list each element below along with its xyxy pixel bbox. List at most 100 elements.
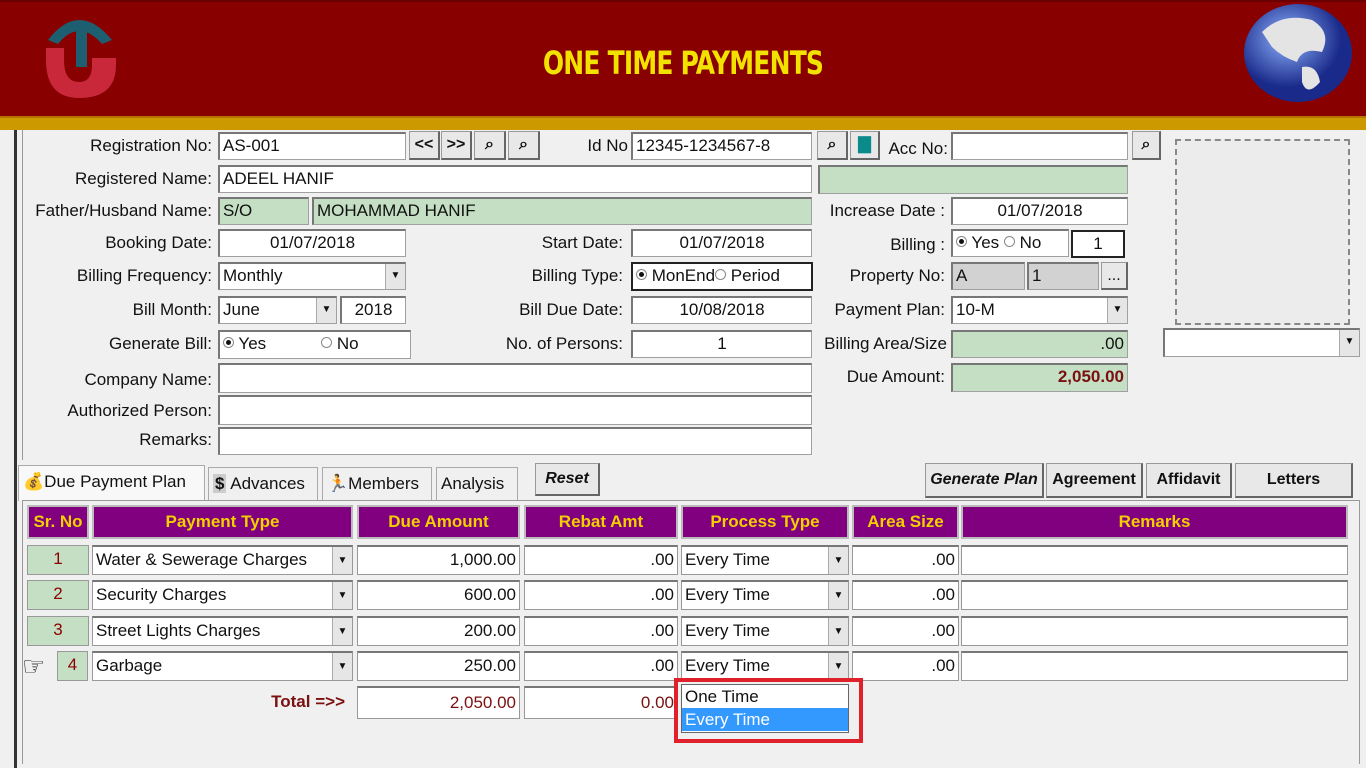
billing-area-field: .00 (951, 330, 1128, 358)
option-one-time[interactable]: One Time (682, 685, 848, 708)
tab-due-payment-plan[interactable]: 💰Due Payment Plan (18, 465, 205, 501)
column-header[interactable]: Rebat Amt (524, 505, 678, 539)
rebate-amount-cell[interactable]: .00 (524, 651, 678, 681)
payment-plan-label: Payment Plan: (834, 300, 945, 319)
billing-frequency-label: Billing Frequency: (76, 266, 212, 285)
generate-plan-button[interactable]: Generate Plan (925, 463, 1044, 498)
bill-month-select[interactable]: June ▼ (218, 296, 337, 324)
remarks-input[interactable] (218, 427, 812, 455)
sr-no-cell: 2 (27, 580, 89, 610)
area-size-cell[interactable]: .00 (852, 651, 959, 681)
bill-month-label: Bill Month: (132, 300, 212, 319)
billing-radio-group: Yes No (951, 229, 1069, 257)
column-header[interactable]: Due Amount (357, 505, 520, 539)
generate-yes-radio[interactable] (223, 337, 234, 348)
column-header[interactable]: Process Type (681, 505, 849, 539)
area-size-cell[interactable]: .00 (852, 616, 959, 646)
registered-name-input[interactable]: ADEEL HANIF (218, 165, 812, 193)
increase-date-label: Increase Date : (829, 201, 945, 220)
authorized-person-input[interactable] (218, 395, 812, 425)
billing-yes-radio[interactable] (956, 236, 967, 247)
monend-label: MonEnd (651, 266, 716, 285)
generate-no-label: No (336, 334, 359, 353)
search-icon[interactable]: ⌕ (508, 131, 540, 160)
payment-type-select[interactable]: Water & Sewerage Charges ▼ (92, 545, 353, 575)
bill-year-input[interactable]: 2018 (340, 296, 406, 324)
tab-label: Advances (230, 474, 305, 493)
registration-no-label: Registration No: (90, 136, 212, 155)
booking-date-input[interactable]: 01/07/2018 (218, 229, 406, 257)
process-type-select[interactable]: Every Time ▼ (681, 616, 849, 646)
remarks-cell[interactable] (961, 580, 1348, 610)
booking-date-label: Booking Date: (105, 233, 212, 252)
payment-type-select[interactable]: Security Charges ▼ (92, 580, 353, 610)
payment-type-select[interactable]: Street Lights Charges ▼ (92, 616, 353, 646)
photo-box[interactable] (1175, 139, 1350, 325)
remarks-cell[interactable] (961, 545, 1348, 575)
letters-button[interactable]: Letters (1235, 463, 1353, 498)
rebate-amount-cell[interactable]: .00 (524, 545, 678, 575)
due-amount-cell[interactable]: 200.00 (357, 616, 520, 646)
process-type-select[interactable]: Every Time ▼ (681, 580, 849, 610)
tab-analysis[interactable]: Analysis (436, 467, 518, 501)
id-no-input[interactable]: 12345-1234567-8 (631, 132, 812, 160)
rebate-amount-cell[interactable]: .00 (524, 616, 678, 646)
period-label: Period (730, 266, 780, 285)
due-amount-cell[interactable]: 250.00 (357, 651, 520, 681)
remarks-cell[interactable] (961, 651, 1348, 681)
property-lookup-button[interactable]: ... (1101, 262, 1128, 290)
property-number-field: 1 (1027, 262, 1099, 290)
start-date-input[interactable]: 01/07/2018 (631, 229, 812, 257)
monend-radio[interactable] (636, 269, 647, 280)
reset-button[interactable]: Reset (535, 463, 600, 496)
column-header[interactable]: Area Size (852, 505, 959, 539)
column-header[interactable]: Payment Type (92, 505, 353, 539)
rebate-amount-cell[interactable]: .00 (524, 580, 678, 610)
payment-type-select[interactable]: Garbage ▼ (92, 651, 353, 681)
process-type-select[interactable]: Every Time ▼ (681, 545, 849, 575)
period-radio[interactable] (715, 269, 727, 280)
chevron-down-icon: ▼ (828, 618, 848, 645)
process-type-select[interactable]: Every Time ▼ (681, 651, 849, 681)
search-icon[interactable]: ⌕ (817, 131, 848, 160)
billing-frequency-select[interactable]: Monthly ▼ (218, 262, 406, 290)
option-every-time[interactable]: Every Time (682, 708, 848, 731)
father-husband-name-field: MOHAMMAD HANIF (312, 197, 812, 225)
area-size-cell[interactable]: .00 (852, 545, 959, 575)
agreement-button[interactable]: Agreement (1046, 463, 1143, 498)
scan-icon[interactable]: ▇ (850, 131, 880, 160)
tab-members[interactable]: 🏃Members (322, 467, 432, 501)
no-of-persons-input[interactable]: 1 (631, 330, 812, 358)
billing-no-radio[interactable] (1003, 236, 1015, 247)
search-icon[interactable]: ⌕ (1132, 131, 1161, 160)
search-icon[interactable]: ⌕ (474, 131, 506, 160)
increase-date-input[interactable]: 01/07/2018 (951, 197, 1128, 225)
photo-select[interactable]: ▼ (1163, 328, 1360, 357)
chevron-down-icon: ▼ (1107, 298, 1127, 323)
generate-no-radio[interactable] (321, 337, 333, 348)
area-size-cell[interactable]: .00 (852, 580, 959, 610)
affidavit-button[interactable]: Affidavit (1146, 463, 1232, 498)
tab-label: Due Payment Plan (44, 472, 186, 491)
billing-frequency-value: Monthly (223, 266, 283, 285)
billing-area-label: Billing Area/Size (824, 334, 947, 353)
tab-advances[interactable]: $ Advances (208, 467, 318, 501)
billing-type-label: Billing Type: (531, 266, 623, 285)
previous-record-button[interactable]: << (409, 131, 440, 160)
next-record-button[interactable]: >> (441, 131, 472, 160)
company-name-input[interactable] (218, 363, 812, 393)
payment-plan-select[interactable]: 10-M ▼ (951, 296, 1128, 324)
remarks-cell[interactable] (961, 616, 1348, 646)
registration-no-input[interactable]: AS-001 (218, 132, 406, 160)
running-man-icon: 🏃 (327, 474, 349, 493)
generate-bill-label: Generate Bill: (109, 334, 212, 353)
company-logo (46, 20, 116, 98)
acc-no-input[interactable] (951, 132, 1128, 160)
billing-count-input[interactable]: 1 (1071, 230, 1125, 258)
column-header[interactable]: Sr. No (27, 505, 89, 539)
form-panel-border (22, 130, 23, 460)
column-header[interactable]: Remarks (961, 505, 1348, 539)
due-amount-cell[interactable]: 1,000.00 (357, 545, 520, 575)
bill-due-date-input[interactable]: 10/08/2018 (631, 296, 812, 324)
due-amount-cell[interactable]: 600.00 (357, 580, 520, 610)
